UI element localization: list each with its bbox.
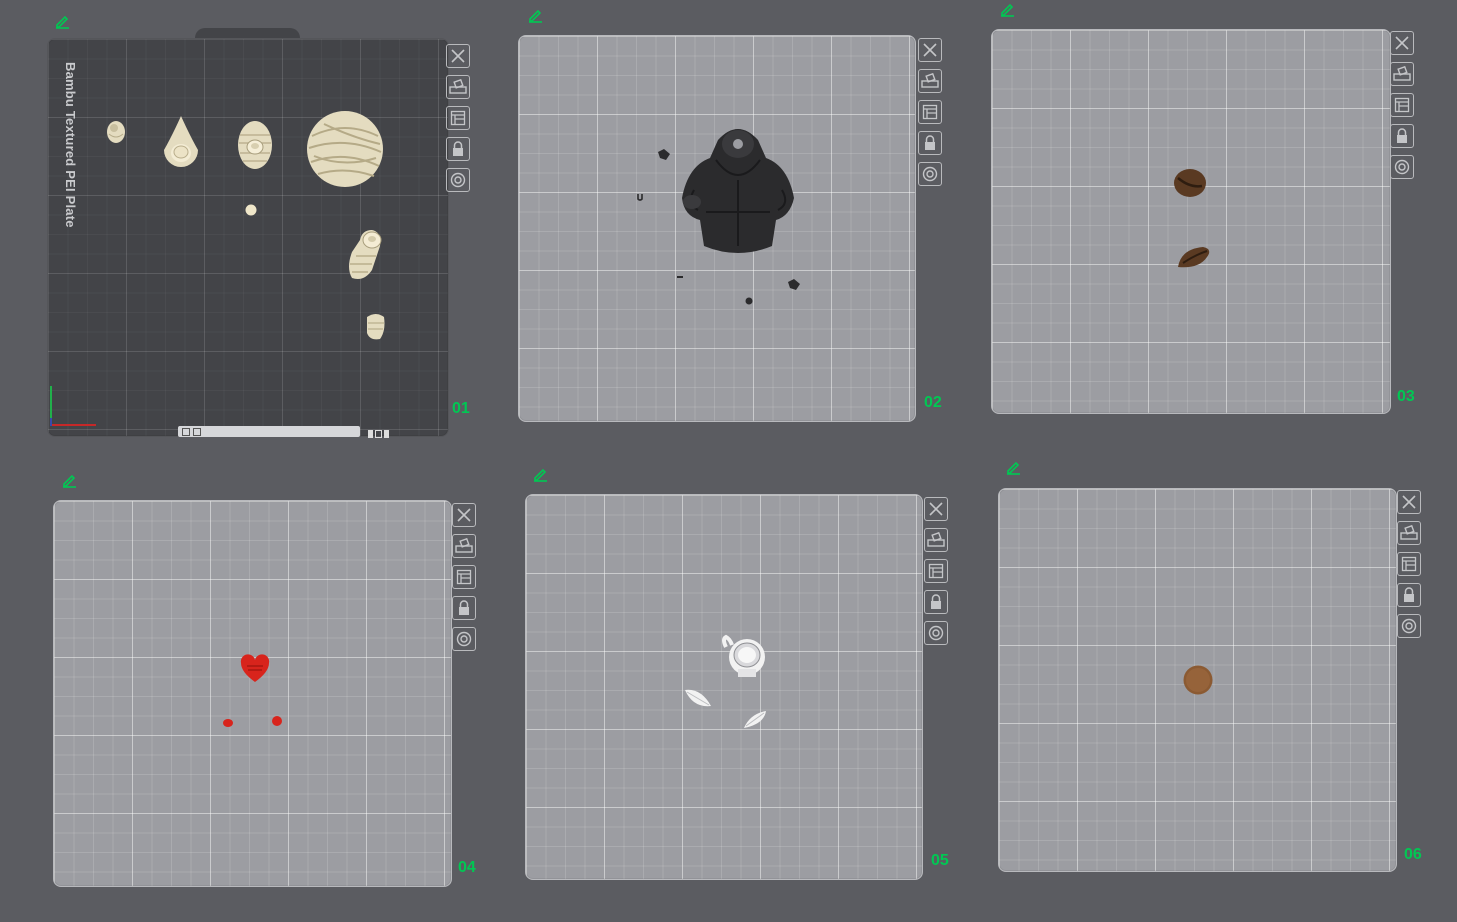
plate-number: 05: [931, 852, 949, 869]
plate-number: 06: [1404, 846, 1422, 863]
heart-model[interactable]: [239, 654, 271, 684]
plate-toolbar: [1390, 31, 1416, 186]
build-plate[interactable]: [525, 494, 923, 880]
plate-toolbar: [918, 38, 944, 193]
lock-icon[interactable]: [452, 596, 476, 620]
qr-icon: [182, 427, 190, 436]
mummy-figure-model[interactable]: [235, 119, 275, 173]
small-part-model[interactable]: [744, 296, 754, 306]
qr-icon: [193, 427, 201, 436]
small-part-model[interactable]: [656, 148, 672, 162]
edit-plate-name-icon[interactable]: [999, 1, 1015, 17]
build-plate[interactable]: [53, 500, 452, 887]
coin-model[interactable]: [1182, 664, 1214, 696]
small-part-model[interactable]: [222, 718, 234, 728]
close-icon[interactable]: [1390, 31, 1414, 55]
edit-plate-name-icon[interactable]: [532, 466, 548, 482]
leaf-model[interactable]: [742, 708, 768, 730]
settings-icon[interactable]: [1397, 614, 1421, 638]
plate-05[interactable]: 05: [490, 450, 974, 922]
leaf-model[interactable]: [683, 686, 713, 710]
lock-icon[interactable]: [446, 137, 470, 161]
mummy-foot-model[interactable]: [362, 309, 388, 343]
auto-orient-icon[interactable]: [924, 528, 948, 552]
robe-figure-model[interactable]: [676, 120, 800, 256]
plate-toolbar: [452, 503, 478, 658]
arrange-icon[interactable]: [452, 565, 476, 589]
plate-type-label: Bambu Textured PEI Plate: [63, 62, 78, 228]
plate-number: 04: [458, 859, 476, 876]
close-icon[interactable]: [924, 497, 948, 521]
arrange-icon[interactable]: [1397, 552, 1421, 576]
lock-icon[interactable]: [918, 131, 942, 155]
arrange-icon[interactable]: [446, 106, 470, 130]
close-icon[interactable]: [1397, 490, 1421, 514]
edit-plate-name-icon[interactable]: [61, 472, 77, 488]
auto-orient-icon[interactable]: [452, 534, 476, 558]
mummy-lying-model[interactable]: [342, 224, 386, 282]
settings-icon[interactable]: [1390, 155, 1414, 179]
build-plate[interactable]: [47, 38, 449, 437]
lock-icon[interactable]: [1390, 124, 1414, 148]
settings-icon[interactable]: [918, 162, 942, 186]
coffee-bean-model[interactable]: [1172, 166, 1208, 200]
settings-icon[interactable]: [924, 621, 948, 645]
coffee-cup-model[interactable]: [720, 633, 768, 679]
arrange-icon[interactable]: [924, 559, 948, 583]
edit-plate-name-icon[interactable]: [1005, 459, 1021, 475]
plate-02[interactable]: 02: [480, 0, 970, 450]
lock-icon[interactable]: [1397, 583, 1421, 607]
mummy-ball-model[interactable]: [304, 108, 386, 190]
plate-toolbar: [1397, 490, 1423, 645]
auto-orient-icon[interactable]: [446, 75, 470, 99]
plate-04[interactable]: 04: [0, 450, 490, 922]
coffee-bean-model[interactable]: [1175, 243, 1213, 273]
plate-number: 01: [452, 400, 470, 417]
peg-model[interactable]: [244, 203, 258, 217]
plate-number: 02: [924, 394, 942, 411]
plate-toolbar: [924, 497, 950, 652]
axis-indicator-x: [50, 424, 96, 426]
plate-01[interactable]: Bambu Textured PEI Plate 01: [0, 0, 480, 450]
arrange-icon[interactable]: [918, 100, 942, 124]
plate-06[interactable]: 06: [974, 450, 1457, 922]
teardrop-model[interactable]: [160, 114, 202, 172]
small-part-model[interactable]: [636, 192, 644, 202]
small-part-model[interactable]: [676, 275, 684, 280]
close-icon[interactable]: [446, 44, 470, 68]
settings-icon[interactable]: [452, 627, 476, 651]
edit-plate-name-icon[interactable]: [527, 7, 543, 23]
axis-indicator-y: [50, 418, 52, 426]
close-icon[interactable]: [918, 38, 942, 62]
auto-orient-icon[interactable]: [1390, 62, 1414, 86]
close-icon[interactable]: [452, 503, 476, 527]
small-part-model[interactable]: [271, 715, 283, 727]
donut-model[interactable]: [104, 118, 128, 146]
arrange-icon[interactable]: [1390, 93, 1414, 117]
plate-03[interactable]: 03: [970, 0, 1457, 450]
plate-number: 03: [1397, 388, 1415, 405]
plate-corner-marks: [368, 425, 396, 438]
lock-icon[interactable]: [924, 590, 948, 614]
plate-info-strip: [178, 426, 360, 437]
small-part-model[interactable]: [786, 278, 802, 292]
edit-plate-name-icon[interactable]: [54, 13, 70, 29]
auto-orient-icon[interactable]: [1397, 521, 1421, 545]
build-plate[interactable]: [991, 29, 1391, 414]
settings-icon[interactable]: [446, 168, 470, 192]
plate-toolbar: [446, 44, 472, 199]
auto-orient-icon[interactable]: [918, 69, 942, 93]
